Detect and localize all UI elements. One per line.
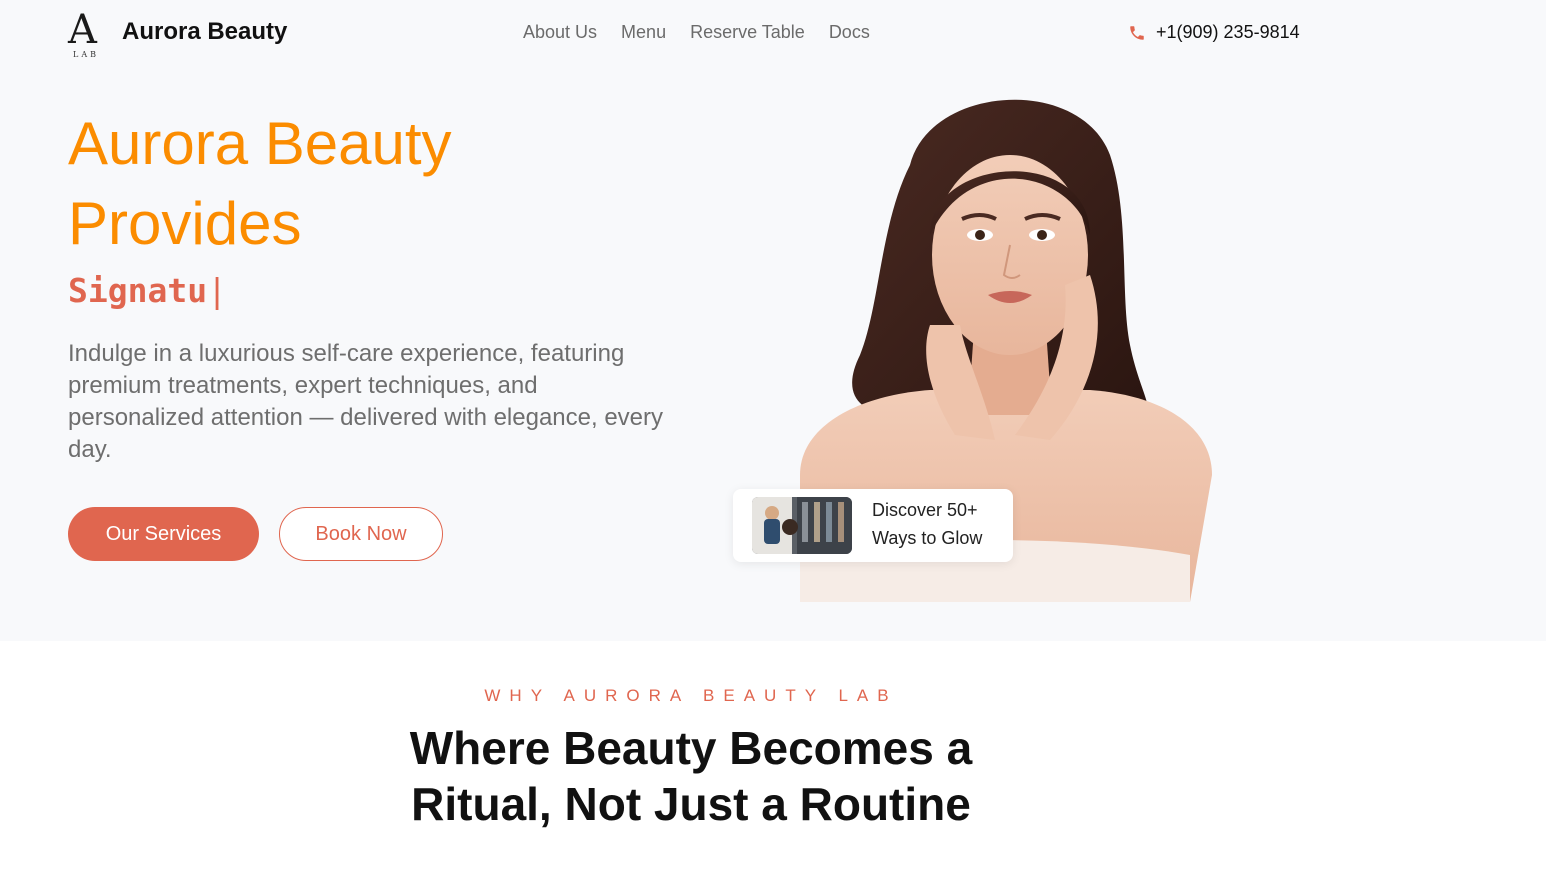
hero-title-line-2: Provides [68, 190, 302, 257]
logo-letter: A [68, 7, 97, 53]
logo-subtext: LAB [73, 50, 99, 59]
why-title-line-1: Where Beauty Becomes a [409, 722, 973, 774]
why-section-eyebrow: WHY AURORA BEAUTY LAB [484, 686, 898, 705]
salon-thumbnail-image [752, 497, 852, 554]
hero-title: Aurora Beauty Provides [68, 104, 628, 264]
brand-name[interactable]: Aurora Beauty [122, 18, 287, 46]
discover-line-1: Discover 50+ [872, 500, 978, 520]
hero-typed-text: Signatu| [68, 268, 227, 314]
nav-docs[interactable]: Docs [829, 22, 870, 43]
typing-caret: | [207, 271, 227, 310]
discover-line-2: Ways to Glow [872, 528, 983, 548]
hero-description: Indulge in a luxurious self-care experie… [68, 340, 664, 463]
hero-title-line-1: Aurora Beauty [68, 110, 452, 177]
logo[interactable]: A LAB [66, 8, 108, 60]
nav-menu[interactable]: Menu [621, 22, 666, 43]
our-services-button[interactable]: Our Services [68, 507, 259, 561]
nav-about-us[interactable]: About Us [523, 22, 597, 43]
phone-contact[interactable]: +1(909) 235-9814 [1128, 22, 1300, 43]
why-section-title: Where Beauty Becomes a Ritual, Not Just … [0, 720, 1382, 832]
book-now-button[interactable]: Book Now [279, 507, 443, 561]
why-title-line-2: Ritual, Not Just a Routine [411, 778, 971, 830]
site-header: A LAB Aurora Beauty About Us Menu Reserv… [0, 0, 1546, 70]
main-nav: About Us Menu Reserve Table Docs [523, 22, 870, 43]
nav-reserve-table[interactable]: Reserve Table [690, 22, 805, 43]
phone-number: +1(909) 235-9814 [1156, 22, 1300, 42]
typed-word: Signatu [68, 271, 208, 310]
phone-icon [1130, 25, 1144, 40]
discover-card[interactable]: Discover 50+ Ways to Glow [733, 489, 1013, 562]
